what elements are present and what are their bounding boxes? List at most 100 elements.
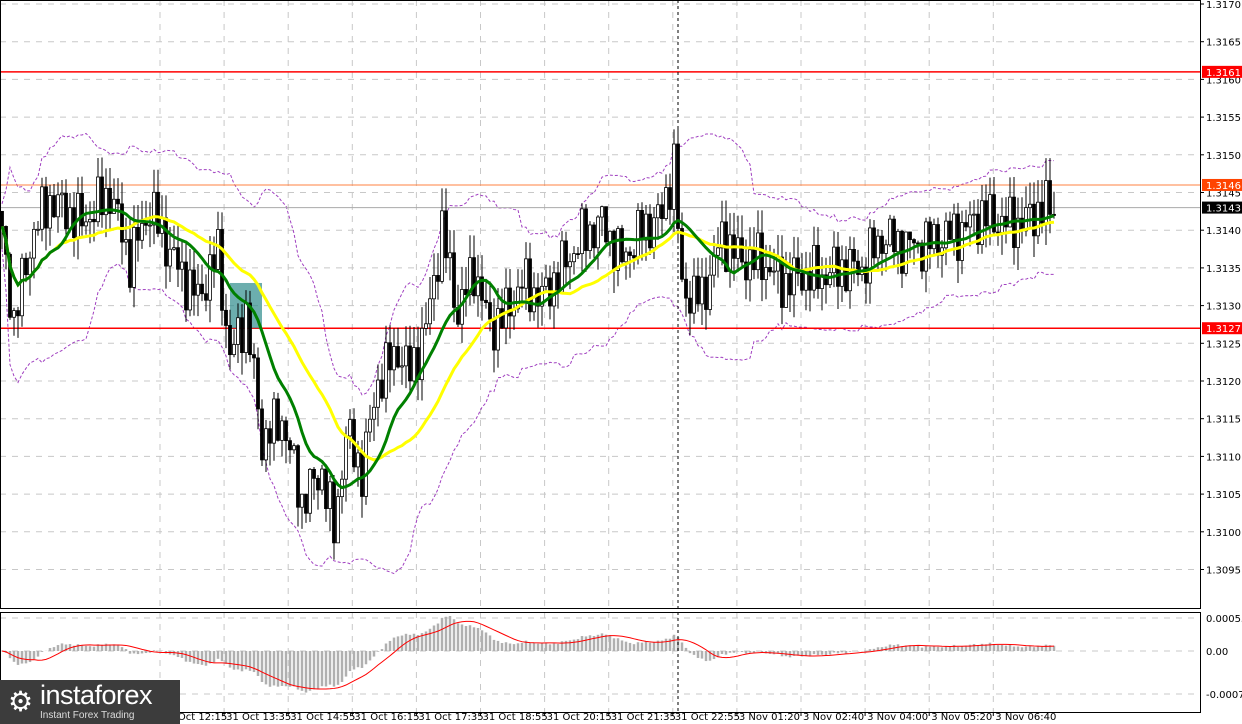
candle-body	[908, 231, 912, 240]
price-chart: 1.31701.31651.31601.31551.31501.31451.31…	[0, 0, 1242, 723]
price-tick-label: 1.3155	[1206, 113, 1241, 124]
candle-body	[500, 308, 504, 329]
candle-body	[568, 261, 572, 268]
candle-body	[872, 227, 876, 259]
time-label: 31 Oct 14:55	[290, 712, 355, 723]
candle-body	[12, 310, 16, 318]
candle-body	[532, 287, 536, 313]
macd-signal-line	[1, 620, 1055, 690]
candle-body	[64, 192, 68, 230]
candle-body	[356, 452, 360, 468]
candle-body	[784, 273, 788, 308]
candle-body	[580, 208, 584, 255]
candle-body	[640, 210, 644, 241]
candle-body	[320, 468, 324, 491]
candle-body	[484, 299, 488, 303]
candle-body	[116, 198, 120, 205]
candle-body	[48, 195, 52, 229]
time-label: 31 Oct 18:55	[483, 712, 548, 723]
candle-body	[444, 210, 448, 259]
candle-body	[224, 309, 228, 326]
candle-body	[220, 229, 224, 311]
candle-body	[388, 342, 392, 371]
candle-body	[520, 286, 524, 289]
candle-body	[524, 258, 528, 289]
candle-body	[712, 254, 716, 276]
candle-body	[364, 431, 368, 497]
candle-body	[868, 227, 872, 284]
candle-body	[664, 187, 668, 219]
candle-body	[716, 247, 720, 256]
candle-body	[800, 272, 804, 291]
candle-body	[144, 222, 148, 226]
candle-body	[892, 218, 896, 253]
candle-body	[684, 278, 688, 299]
candle-body	[960, 222, 964, 261]
candle-body	[216, 229, 220, 270]
candle-body	[32, 228, 36, 259]
candle-body	[624, 251, 628, 263]
candle-body	[896, 230, 900, 253]
candle-body	[404, 345, 408, 367]
candle-body	[1048, 180, 1052, 215]
candle-body	[452, 252, 456, 308]
candle-body	[544, 277, 548, 287]
candle-body	[152, 191, 156, 226]
candle-body	[680, 228, 684, 280]
candle-body	[236, 317, 240, 345]
candle-body	[636, 210, 640, 259]
price-tick-label: 1.3150	[1206, 151, 1241, 162]
candle-body	[384, 342, 388, 399]
candle-body	[288, 440, 292, 451]
candle-body	[552, 272, 556, 307]
candle-body	[376, 379, 380, 408]
candle-body	[768, 267, 772, 273]
candle-body	[156, 191, 160, 234]
candle-body	[948, 220, 952, 240]
candle-body	[692, 275, 696, 314]
candle-body	[52, 195, 56, 218]
candle-body	[964, 222, 968, 228]
candle-body	[324, 468, 328, 509]
candle-body	[932, 224, 936, 250]
candle-body	[668, 187, 672, 210]
time-label: 31 Oct 13:35	[226, 712, 291, 723]
candle-body	[120, 203, 124, 243]
logo-name: instaforex	[40, 680, 153, 710]
candle-body	[700, 276, 704, 305]
price-tick-label: 1.3125	[1206, 339, 1241, 350]
candle-body	[284, 420, 288, 442]
candle-body	[604, 206, 608, 243]
candle-body	[564, 240, 568, 268]
price-tick-label: 1.3110	[1206, 452, 1241, 463]
candle-body	[296, 445, 300, 508]
candle-body	[184, 261, 188, 311]
candle-body	[240, 317, 244, 353]
candle-body	[412, 347, 416, 382]
candle-body	[600, 206, 604, 218]
candle-body	[708, 274, 712, 310]
candle-body	[392, 346, 396, 371]
candle-body	[180, 261, 184, 270]
candle-body	[792, 257, 796, 296]
candle-body	[688, 297, 692, 314]
candle-body	[584, 208, 588, 251]
candle-body	[432, 275, 436, 300]
candle-body	[572, 253, 576, 263]
candle-body	[728, 234, 732, 272]
candle-body	[644, 213, 648, 241]
candle-body	[372, 406, 376, 420]
candle-body	[504, 287, 508, 329]
candle-body	[244, 302, 248, 353]
candle-body	[876, 235, 880, 259]
candles	[0, 128, 1056, 560]
candle-body	[328, 481, 332, 509]
time-label: 31 Oct 22:55	[675, 712, 740, 723]
candle-body	[168, 248, 172, 267]
candle-body	[996, 231, 1000, 234]
time-label: 3 Nov 06:40	[995, 712, 1056, 723]
candle-body	[924, 221, 928, 272]
price-tick-label: 1.3095	[1206, 566, 1241, 577]
candle-body	[592, 224, 596, 249]
candle-body	[988, 194, 992, 227]
